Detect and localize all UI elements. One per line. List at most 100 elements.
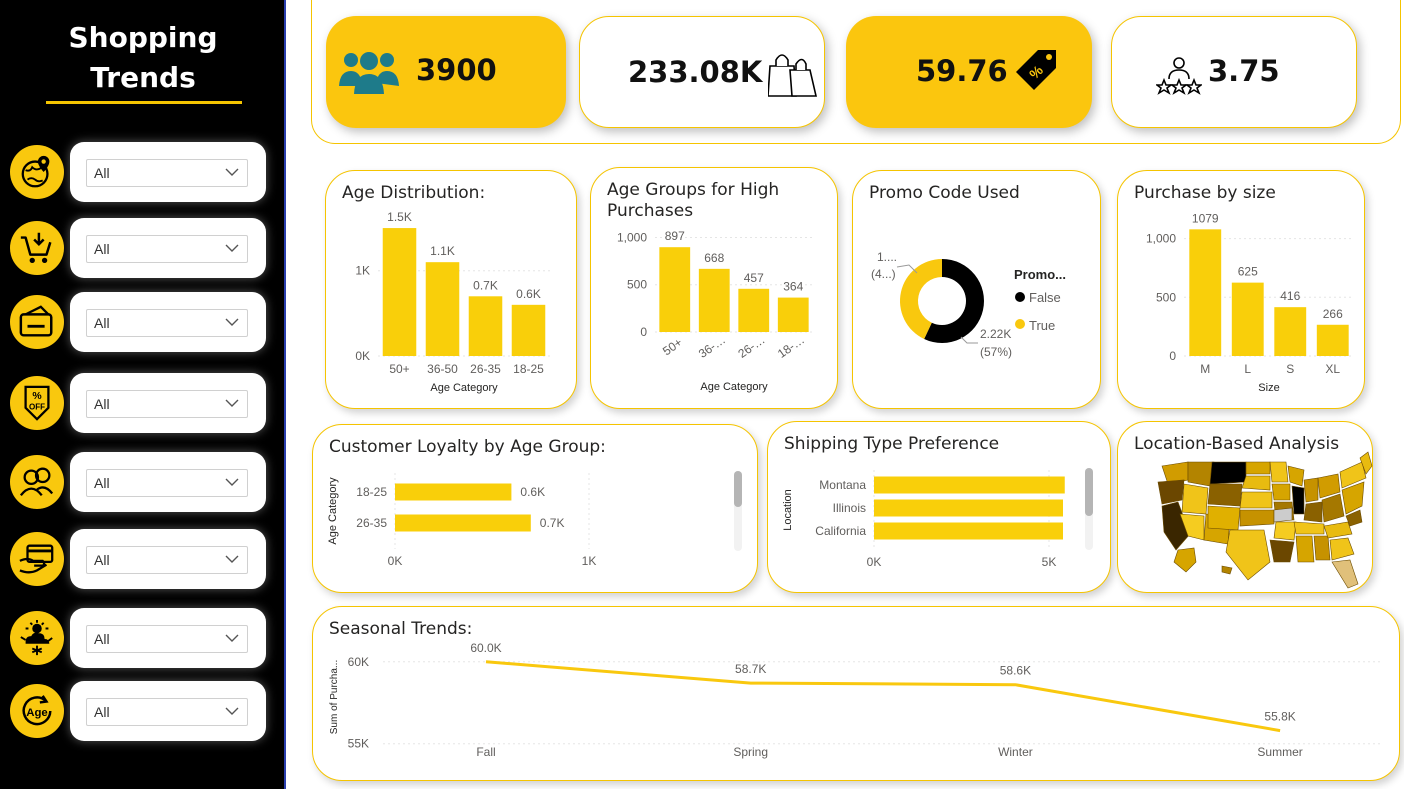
data-label: 0.6K (516, 287, 541, 301)
filter-age: Age All (0, 679, 286, 743)
data-label: 2.22K (980, 327, 1011, 341)
payment-card-icon (10, 295, 64, 349)
data-label: 668 (704, 251, 724, 265)
bar (777, 297, 809, 332)
legend-marker (1015, 319, 1025, 329)
scrollbar-thumb[interactable] (1085, 468, 1093, 516)
y-tick-label: 0 (1169, 349, 1176, 363)
svg-text:%: % (32, 391, 41, 402)
discount-dropdown[interactable]: All (86, 390, 248, 418)
dropdown-value: All (94, 396, 110, 412)
age-dropdown[interactable]: All (86, 698, 248, 726)
x-tick-label: 18-… (775, 333, 807, 361)
x-tick-label: Spring (733, 745, 768, 759)
legend-marker (1015, 292, 1025, 302)
y-tick-label: Montana (819, 478, 866, 492)
y-tick-label: 0 (640, 325, 647, 339)
x-tick-label: S (1286, 362, 1294, 376)
chevron-down-icon (225, 634, 239, 642)
filter-discount: % OFF All (0, 371, 286, 435)
x-tick-label: 18-25 (513, 362, 544, 376)
season-weather-icon (10, 611, 64, 665)
scrollbar-thumb[interactable] (734, 471, 742, 507)
gender-people-icon (10, 455, 64, 509)
filter-card: All (70, 373, 266, 433)
x-tick-label: Summer (1257, 745, 1302, 759)
series-line (485, 660, 1281, 733)
data-label: 457 (744, 271, 764, 285)
seasonal-trends-chart: 55K 60K 60.0K Fall 58.7K Spring 58.6K Winter 55.… (329, 641, 1383, 759)
y-tick-label: 1,000 (1146, 232, 1176, 246)
y-axis-label: Sum of Purcha... (329, 660, 340, 734)
bar (874, 522, 1063, 540)
x-tick-label: 36-50 (427, 362, 458, 376)
payment-dropdown[interactable]: All (86, 309, 248, 337)
filter-gender: All (0, 450, 286, 514)
y-tick-label: 26-35 (356, 516, 387, 530)
x-tick-label: 50+ (389, 362, 409, 376)
filter-card: All (70, 608, 266, 668)
data-label: 58.7K (735, 662, 766, 676)
age-groups-high-chart: 0 500 1,000 897 50+ 668 36-… 457 26-… 364 18-… Age … (617, 229, 813, 393)
dropdown-value: All (94, 475, 110, 491)
filter-card: All (70, 292, 266, 352)
us-map-chart (1157, 451, 1373, 589)
bar (468, 296, 503, 356)
season-dropdown[interactable]: All (86, 625, 248, 653)
filter-card-payment: All (0, 527, 286, 591)
age-icon: Age (10, 684, 64, 738)
x-axis-label: Age Category (700, 381, 768, 393)
y-tick-label: 0K (355, 349, 370, 363)
title-underline (46, 101, 242, 104)
loyalty-scrollbar[interactable] (734, 471, 742, 551)
payment-method-dropdown[interactable]: All (86, 546, 248, 574)
data-label: 0.7K (473, 278, 498, 292)
location-dropdown[interactable]: All (86, 159, 248, 187)
dropdown-value: All (94, 552, 110, 568)
filter-card: All (70, 218, 266, 278)
discount-percent-icon: % OFF (10, 376, 64, 430)
y-tick-label: Illinois (833, 501, 866, 515)
filter-card: All (70, 681, 266, 741)
x-tick-label: Winter (998, 745, 1033, 759)
gender-dropdown[interactable]: All (86, 469, 248, 497)
kpi-customers: 3900 (326, 16, 566, 128)
shipping-chart: 0K 5K Montana Illinois California Location (782, 470, 1065, 569)
bar (874, 476, 1065, 494)
title-line-1: Shopping (68, 21, 218, 54)
chevron-down-icon (225, 707, 239, 715)
location-card: Location-Based Analysis (1117, 421, 1373, 593)
bar (382, 228, 417, 356)
x-axis-label: Age Category (430, 382, 498, 394)
legend-label: False (1029, 290, 1061, 305)
kpi-avg-purchase: 59.76 % (846, 16, 1092, 128)
data-label: 625 (1238, 265, 1258, 279)
chevron-down-icon (225, 318, 239, 326)
leader-line (960, 336, 978, 344)
x-tick-label: 0K (388, 554, 403, 568)
data-label: 1.... (877, 250, 897, 264)
chevron-down-icon (225, 399, 239, 407)
category-dropdown[interactable]: All (86, 235, 248, 263)
filter-card: All (70, 452, 266, 512)
data-label: 55.8K (1264, 710, 1295, 724)
sidebar: Shopping Trends All All All % OFF All Al… (0, 0, 286, 789)
chevron-down-icon (225, 478, 239, 486)
x-tick-label: 5K (1042, 555, 1057, 569)
bar (1316, 324, 1349, 356)
dashboard-title: Shopping Trends (0, 18, 286, 98)
promo-code-card: Promo Code Used 1.... (4...) 2.22K (57%) Pro… (852, 170, 1101, 409)
legend-title: Promo... (1014, 267, 1066, 282)
bar (659, 247, 691, 332)
legend-label: True (1029, 318, 1055, 333)
shipping-scrollbar[interactable] (1085, 468, 1093, 550)
data-label: 0.7K (540, 516, 565, 530)
data-label-pct: (4...) (871, 267, 896, 281)
x-tick-label: 36-… (696, 333, 728, 361)
y-axis-label: Location (782, 489, 794, 531)
shipping-card: Shipping Type Preference 0K 5K Montana Illi… (767, 421, 1111, 593)
y-tick-label: 18-25 (356, 485, 387, 499)
data-label: 58.6K (1000, 664, 1031, 678)
loyalty-card: Customer Loyalty by Age Group: 0K 1K 18-25… (312, 424, 758, 593)
filter-card: All (70, 142, 266, 202)
